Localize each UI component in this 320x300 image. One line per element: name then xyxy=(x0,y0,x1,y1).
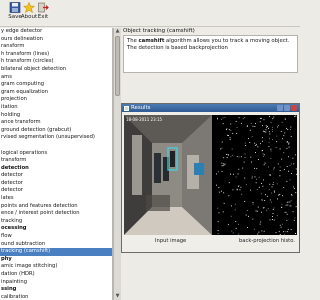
section-title: Object tracking (camshift) xyxy=(123,28,195,34)
corridor-scene-image: 18-08-2011 23:15 xyxy=(124,115,212,235)
maximize-icon[interactable] xyxy=(284,105,290,111)
caption-backprojection: back-projection histo. xyxy=(239,238,295,244)
list-item[interactable]: gram computing xyxy=(0,81,112,89)
list-item[interactable]: amic image stitching) xyxy=(0,263,112,271)
list-item[interactable]: logical operations xyxy=(0,150,112,158)
main-panel: Object tracking (camshift) The camshift … xyxy=(121,28,300,300)
list-item[interactable]: ance transform xyxy=(0,119,112,127)
results-titlebar[interactable]: Results xyxy=(122,104,299,112)
list-item[interactable]: ams xyxy=(0,74,112,82)
list-item[interactable]: ours delineation xyxy=(0,36,112,44)
list-item[interactable]: ence / interest point detection xyxy=(0,210,112,218)
list-item[interactable]: lates xyxy=(0,195,112,203)
description-box: The camshift algorithm allows you to tra… xyxy=(123,35,298,73)
list-item[interactable]: dation (HDR) xyxy=(0,271,112,279)
results-title: Results xyxy=(131,105,151,111)
close-icon[interactable] xyxy=(291,105,297,111)
list-item[interactable]: detector xyxy=(0,187,112,195)
list-item[interactable]: h transform (circles) xyxy=(0,58,112,66)
list-item[interactable]: ocessing xyxy=(0,225,112,233)
result-frames: 18-08-2011 23:15 xyxy=(124,115,297,236)
caption-input-image: Input image xyxy=(155,238,187,244)
list-item[interactable]: transform xyxy=(0,157,112,165)
description-pre: The xyxy=(127,38,139,44)
list-item[interactable]: y edge detector xyxy=(0,28,112,36)
exit-button[interactable]: Exit xyxy=(32,2,54,24)
list-item[interactable]: calibration xyxy=(0,294,112,300)
list-item-selected[interactable]: tracking (camshift) xyxy=(0,248,112,256)
list-item[interactable]: holding xyxy=(0,112,112,120)
list-item[interactable]: ound subtraction xyxy=(0,241,112,249)
list-item[interactable]: itation xyxy=(0,104,112,112)
list-item[interactable] xyxy=(0,142,112,150)
list-item[interactable]: h transform (lines) xyxy=(0,51,112,59)
list-item[interactable]: detection xyxy=(0,165,112,173)
list-item[interactable]: flow xyxy=(0,233,112,241)
scroll-down-arrow-icon[interactable]: ▼ xyxy=(115,294,120,299)
window-icon xyxy=(124,105,129,111)
demo-list[interactable]: y edge detector ours delineation ransform h… xyxy=(0,28,113,300)
toolbar: Save About Exit xyxy=(0,0,300,27)
list-item[interactable]: inpainting xyxy=(0,279,112,287)
exit-label: Exit xyxy=(37,14,49,20)
exit-icon xyxy=(38,2,49,13)
list-item[interactable]: detector xyxy=(0,180,112,188)
list-item[interactable]: projection xyxy=(0,96,112,104)
camera-timestamp: 18-08-2011 23:15 xyxy=(126,117,163,122)
list-item[interactable]: detector xyxy=(0,172,112,180)
list-item[interactable]: rvised segmentation (unsupervised) xyxy=(0,134,112,142)
list-item[interactable]: bilateral object detection xyxy=(0,66,112,74)
list-item[interactable]: gram equalization xyxy=(0,89,112,97)
scroll-up-arrow-icon[interactable]: ▲ xyxy=(115,29,120,34)
list-item[interactable]: tracking xyxy=(0,218,112,226)
list-item[interactable]: points and features detection xyxy=(0,203,112,211)
backprojection-noise xyxy=(216,115,297,236)
list-item[interactable]: ransform xyxy=(0,43,112,51)
input-image: 18-08-2011 23:15 xyxy=(124,115,212,235)
sidebar-scrollbar[interactable]: ▲ ▼ xyxy=(113,28,121,300)
results-window[interactable]: Results 18-08-2011 23:15 Input image bac… xyxy=(121,103,300,253)
backprojection-image xyxy=(216,115,297,236)
list-item[interactable]: ssing xyxy=(0,286,112,294)
scrollbar-thumb[interactable] xyxy=(115,36,120,96)
list-item[interactable]: ground detection (grabcut) xyxy=(0,127,112,135)
list-item[interactable]: phy xyxy=(0,256,112,264)
minimize-icon[interactable] xyxy=(277,105,283,111)
description-bold: camshift xyxy=(138,38,165,44)
